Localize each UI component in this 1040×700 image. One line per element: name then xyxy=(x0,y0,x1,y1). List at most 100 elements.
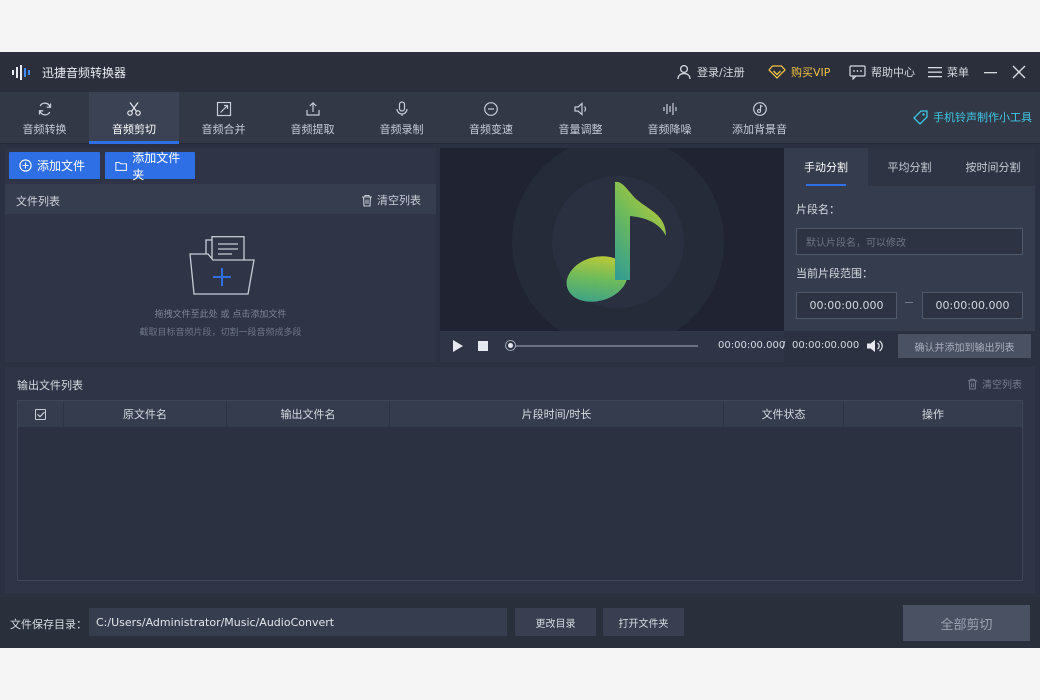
tab-audio-extract[interactable]: 音频提取 xyxy=(268,92,357,144)
footer-bar: 文件保存目录： C:/Users/Administrator/Music/Aud… xyxy=(0,597,1040,648)
tab-add-background-music[interactable]: 添加背景音 xyxy=(714,92,805,144)
save-directory-label: 文件保存目录： xyxy=(10,618,87,631)
music-note-icon xyxy=(752,102,767,116)
scissors-icon xyxy=(127,102,141,116)
clear-output-list-label: 清空列表 xyxy=(982,380,1022,391)
segment-name-input[interactable]: 默认片段名，可以修改 xyxy=(796,228,1023,255)
app-logo-icon xyxy=(12,65,30,80)
refresh-icon xyxy=(38,102,51,116)
total-time: 00:00:00.000 xyxy=(792,340,860,351)
tab-audio-record-label: 音频录制 xyxy=(379,123,424,136)
add-folder-label: 添加文件夹 xyxy=(132,150,181,182)
tab-time-split[interactable]: 按时间分割 xyxy=(951,148,1035,186)
clear-file-list-button[interactable]: 清空列表 xyxy=(361,192,421,208)
split-tabs: 手动分割 平均分割 按时间分割 xyxy=(784,148,1035,186)
tab-audio-speed[interactable]: 音频变速 xyxy=(446,92,536,144)
extract-icon xyxy=(305,101,320,116)
progress-handle[interactable] xyxy=(506,341,515,350)
open-folder-button[interactable]: 打开文件夹 xyxy=(603,608,684,636)
help-center-label: 帮助中心 xyxy=(871,66,915,79)
buy-vip-label: 购买VIP xyxy=(791,66,831,79)
app-window: 迅捷音频转换器 登录/注册 购买VIP 帮助中心 菜单 音频转换 音频剪切 音频… xyxy=(0,52,1040,648)
noise-reduction-icon xyxy=(662,103,677,115)
progress-track[interactable] xyxy=(508,345,698,347)
volume-icon xyxy=(573,102,586,116)
tab-add-background-music-label: 添加背景音 xyxy=(732,123,787,136)
save-directory-path[interactable]: C:/Users/Administrator/Music/AudioConver… xyxy=(89,608,507,636)
user-icon xyxy=(677,64,691,80)
cut-all-button[interactable]: 全部剪切 xyxy=(903,605,1030,641)
add-file-button[interactable]: 添加文件 xyxy=(9,152,100,179)
segment-range-label: 当前片段范围： xyxy=(796,267,873,280)
change-directory-button[interactable]: 更改目录 xyxy=(515,608,596,636)
column-actions: 操作 xyxy=(922,408,944,421)
minimize-icon[interactable] xyxy=(983,64,999,80)
speed-icon xyxy=(484,102,498,116)
tab-audio-convert-label: 音频转换 xyxy=(22,123,67,136)
login-button[interactable]: 登录/注册 xyxy=(676,62,745,82)
output-file-panel: 输出文件列表 清空列表 原文件名 输出文件名 片段时间/时长 文件状态 操作 xyxy=(5,367,1035,593)
music-note-illustration-icon xyxy=(566,181,666,302)
trash-icon xyxy=(362,194,372,207)
buy-vip-button[interactable]: 购买VIP xyxy=(768,62,830,82)
add-folder-button[interactable]: 添加文件夹 xyxy=(105,151,195,182)
confirm-add-to-output-button[interactable]: 确认并添加到输出列表 xyxy=(898,334,1031,358)
microphone-icon xyxy=(395,101,408,116)
clear-output-list-button[interactable]: 清空列表 xyxy=(967,376,1022,391)
current-time: 00:00:00.000 xyxy=(718,340,786,351)
play-icon[interactable] xyxy=(452,339,464,353)
tab-audio-convert[interactable]: 音频转换 xyxy=(0,92,89,144)
tag-icon xyxy=(913,109,928,125)
merge-icon xyxy=(216,101,231,117)
title-bar: 迅捷音频转换器 登录/注册 购买VIP 帮助中心 菜单 xyxy=(0,52,1040,92)
tab-audio-record[interactable]: 音频录制 xyxy=(357,92,446,144)
tab-audio-speed-label: 音频变速 xyxy=(469,123,513,136)
hamburger-icon xyxy=(928,67,942,78)
tab-volume-adjust[interactable]: 音量调整 xyxy=(536,92,625,144)
help-center-button[interactable]: 帮助中心 xyxy=(849,62,915,82)
folder-icon xyxy=(115,161,127,171)
ringtone-maker-label: 手机铃声制作小工具 xyxy=(933,111,1032,124)
tab-noise-reduction-label: 音频降噪 xyxy=(647,123,692,136)
file-list-title: 文件列表 xyxy=(16,195,60,208)
tab-audio-merge[interactable]: 音频合并 xyxy=(179,92,268,144)
app-title: 迅捷音频转换器 xyxy=(42,66,127,80)
menu-label: 菜单 xyxy=(947,66,969,79)
volume-icon[interactable] xyxy=(866,338,884,354)
input-file-panel: 添加文件 添加文件夹 文件列表 清空列表 拖拽文件至此处 或 点击添加文件 截取… xyxy=(5,148,436,362)
tab-audio-cut[interactable]: 音频剪切 xyxy=(89,92,179,144)
range-dash xyxy=(905,302,913,303)
tab-audio-cut-label: 音频剪切 xyxy=(112,123,156,136)
folder-add-icon xyxy=(189,236,255,295)
audio-player-bar: 00:00:00.000 / 00:00:00.000 xyxy=(440,331,883,362)
output-list-title: 输出文件列表 xyxy=(17,379,83,392)
segment-name-label: 片段名： xyxy=(796,203,840,216)
stop-icon[interactable] xyxy=(478,341,488,351)
split-settings-panel: 手动分割 平均分割 按时间分割 片段名： 默认片段名，可以修改 当前片段范围： … xyxy=(784,148,1035,331)
column-source-name: 原文件名 xyxy=(64,401,227,427)
drop-description: 截取目标音频片段，切割一段音频成多段 xyxy=(139,328,302,338)
column-output-name: 输出文件名 xyxy=(227,401,390,427)
checkbox-checked-icon xyxy=(35,408,46,420)
function-toolbar: 音频转换 音频剪切 音频合并 音频提取 音频录制 音频变速 音量调整 音频降噪 … xyxy=(0,92,1040,144)
menu-button[interactable]: 菜单 xyxy=(928,62,969,82)
tab-average-split[interactable]: 平均分割 xyxy=(868,148,951,186)
tab-volume-adjust-label: 音量调整 xyxy=(558,123,603,136)
tab-audio-extract-label: 音频提取 xyxy=(290,123,335,136)
file-drop-zone[interactable]: 拖拽文件至此处 或 点击添加文件 截取目标音频片段，切割一段音频成多段 xyxy=(5,214,436,362)
drop-hint: 拖拽文件至此处 或 点击添加文件 xyxy=(154,310,287,320)
segment-end-time-input[interactable]: 00:00:00.000 xyxy=(922,292,1023,319)
audio-preview xyxy=(440,148,784,331)
output-table-header: 原文件名 输出文件名 片段时间/时长 文件状态 操作 xyxy=(18,401,1022,427)
segment-start-time-input[interactable]: 00:00:00.000 xyxy=(796,292,897,319)
login-label: 登录/注册 xyxy=(697,66,745,79)
column-segment-duration: 片段时间/时长 xyxy=(390,401,724,427)
column-file-status: 文件状态 xyxy=(724,401,844,427)
ringtone-maker-link[interactable]: 手机铃声制作小工具 xyxy=(913,109,1032,125)
close-icon[interactable] xyxy=(1011,64,1027,80)
select-all-checkbox[interactable] xyxy=(18,401,64,427)
tab-noise-reduction[interactable]: 音频降噪 xyxy=(625,92,714,144)
tab-manual-split[interactable]: 手动分割 xyxy=(784,148,868,186)
file-list-header: 文件列表 清空列表 xyxy=(5,184,436,214)
diamond-icon xyxy=(768,65,786,79)
